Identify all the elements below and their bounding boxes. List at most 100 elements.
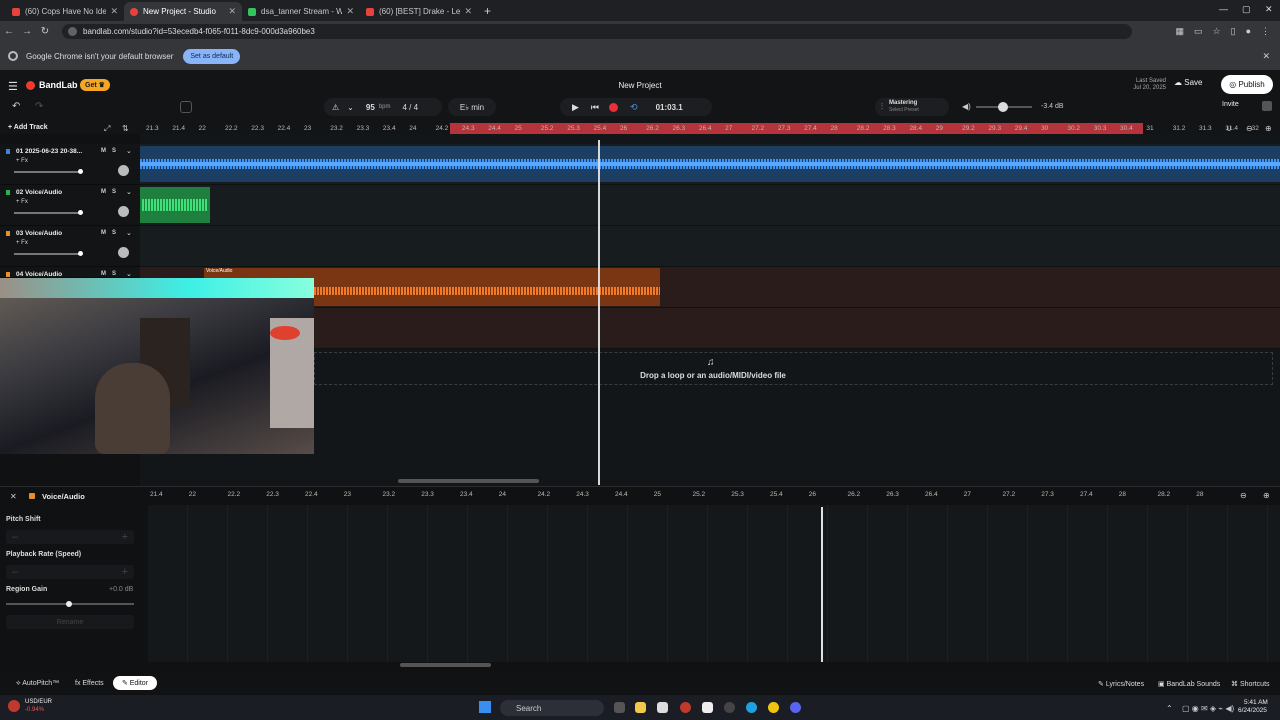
file-explorer-icon[interactable] — [635, 702, 646, 713]
sidepanel-icon[interactable]: ▯ — [1231, 26, 1236, 37]
undo-icon[interactable]: ↶ — [12, 101, 20, 112]
track-header-2[interactable]: 02 Voice/Audio MS ⌄ + Fx — [0, 185, 140, 226]
track-lane-3[interactable] — [140, 226, 1280, 267]
chat-icon[interactable] — [1262, 101, 1272, 111]
close-editor-icon[interactable]: ✕ — [10, 492, 17, 501]
tools-icon[interactable]: ⤢ — [104, 124, 110, 134]
close-window-button[interactable]: ✕ — [1265, 4, 1273, 15]
pan-knob[interactable] — [118, 247, 129, 258]
close-tab-icon[interactable]: ✕ — [228, 6, 236, 17]
time-signature[interactable]: 4 / 4 — [402, 103, 418, 112]
site-info-icon[interactable] — [68, 27, 77, 36]
chevron-down-icon[interactable]: ⌄ — [347, 103, 354, 112]
volume-knob[interactable] — [998, 102, 1008, 112]
close-tab-icon[interactable]: ✕ — [110, 6, 118, 17]
app-icon[interactable] — [680, 702, 691, 713]
windows-search[interactable]: Search — [500, 700, 604, 716]
chrome-icon[interactable] — [768, 702, 779, 713]
close-infobar-icon[interactable]: ✕ — [1262, 51, 1270, 62]
discord-icon[interactable] — [790, 702, 801, 713]
close-tab-icon[interactable]: ✕ — [346, 6, 354, 17]
tray-icons[interactable]: ▢ ◉ ✉ ◈ ⌁ ◀) — [1182, 704, 1234, 713]
steam-icon[interactable] — [702, 702, 713, 713]
plus-icon[interactable]: + — [122, 531, 128, 543]
publish-button[interactable]: ◎ Publish — [1221, 75, 1273, 94]
audio-region-1[interactable] — [140, 146, 1280, 182]
add-track-button[interactable]: + Add Track — [8, 124, 48, 131]
mute-solo-buttons[interactable]: MS — [101, 148, 122, 154]
skip-back-icon[interactable]: ⏮ — [591, 102, 599, 113]
bandlab-sounds-button[interactable]: ▣ BandLab Sounds — [1158, 680, 1220, 688]
windows-start-icon[interactable] — [479, 701, 491, 713]
shortcuts-button[interactable]: ⌘ Shortcuts — [1231, 680, 1270, 688]
tuner-icon[interactable] — [180, 101, 192, 113]
redo-icon[interactable]: ↷ — [35, 101, 43, 112]
profile-icon[interactable]: ● — [1246, 26, 1251, 37]
filter-icon[interactable]: ⇅ — [122, 124, 129, 133]
add-fx-button[interactable]: + Fx — [16, 158, 28, 164]
minus-icon[interactable]: – — [12, 531, 18, 543]
autopitch-button[interactable]: ⟡ AutoPitch™ — [16, 680, 59, 688]
editor-grid[interactable] — [148, 505, 1280, 662]
bookmark-star-icon[interactable]: ☆ — [1213, 26, 1221, 37]
drop-zone[interactable] — [314, 352, 1273, 385]
track-volume-slider[interactable] — [14, 171, 82, 173]
menu-icon[interactable]: ⋮ — [1261, 26, 1270, 37]
metronome-icon[interactable]: ⚠ — [332, 103, 339, 112]
mute-solo-buttons[interactable]: MS — [101, 189, 122, 195]
clock-time[interactable]: 5:41 AM — [1244, 699, 1268, 706]
browser-tab[interactable]: (60) [BEST] Drake - Lemon Pepper✕ — [360, 2, 478, 21]
volume-knob[interactable] — [78, 251, 83, 256]
project-title[interactable]: New Project — [0, 81, 1280, 90]
save-button[interactable]: ☁ Save — [1174, 78, 1202, 87]
chevron-down-icon[interactable]: ⌄ — [126, 147, 132, 155]
track-volume-slider[interactable] — [14, 212, 82, 214]
mute-solo-buttons[interactable]: MS — [101, 271, 122, 277]
audio-region-2[interactable] — [140, 187, 210, 223]
volume-knob[interactable] — [78, 169, 83, 174]
plus-icon[interactable]: + — [122, 566, 128, 578]
reload-icon[interactable]: ↻ — [36, 26, 54, 37]
playback-rate-stepper[interactable]: – + — [6, 565, 134, 579]
editor-ruler[interactable]: 21.4 22 22.2 22.3 22.4 23 23.2 23.3 23.4 24 24.2 24… — [140, 487, 1235, 504]
track-volume-slider[interactable] — [14, 253, 82, 255]
play-icon[interactable]: ▶ — [572, 102, 579, 113]
record-icon[interactable] — [609, 102, 619, 112]
pitch-shift-stepper[interactable]: – + — [6, 530, 134, 544]
bpm-value[interactable]: 95 — [366, 103, 375, 112]
horizontal-scrollbar[interactable] — [398, 479, 539, 483]
playhead[interactable] — [598, 140, 600, 485]
minus-icon[interactable]: – — [12, 566, 18, 578]
close-tab-icon[interactable]: ✕ — [464, 6, 472, 17]
extensions-icon[interactable]: ▦ — [1176, 26, 1185, 37]
chevron-down-icon[interactable]: ⌄ — [126, 188, 132, 196]
editor-scrollbar[interactable] — [400, 663, 491, 667]
tray-arrow-icon[interactable]: ⌃ — [1166, 704, 1173, 713]
invite-button[interactable]: Invite — [1222, 101, 1239, 108]
zoom-in-icon[interactable]: ⊕ — [1263, 491, 1270, 500]
back-icon[interactable]: ← — [0, 26, 18, 37]
url-field[interactable]: bandlab.com/studio?id=53ecedb4-f065-f011… — [62, 24, 1132, 39]
stocks-icon[interactable] — [8, 700, 20, 712]
minimize-button[interactable]: — — [1219, 4, 1228, 14]
volume-knob[interactable] — [78, 210, 83, 215]
add-fx-button[interactable]: + Fx — [16, 199, 28, 205]
app-icon[interactable] — [724, 702, 735, 713]
clock-date[interactable]: 6/24/2025 — [1238, 707, 1267, 714]
gain-knob[interactable] — [66, 601, 72, 607]
new-tab-button[interactable]: + — [484, 4, 491, 18]
edge-icon[interactable] — [746, 702, 757, 713]
lyrics-notes-button[interactable]: ✎ Lyrics/Notes — [1098, 680, 1144, 688]
zoom-in-icon[interactable]: ⊕ — [1265, 124, 1272, 133]
forward-icon[interactable]: → — [18, 26, 36, 37]
timeline-ruler[interactable]: 21.3 21.4 22 22.2 22.3 22.4 23 23.2 23.3 23.4 24 24… — [140, 123, 1280, 134]
browser-tab[interactable]: dsa_tanner Stream - Watch Live✕ — [242, 2, 360, 21]
pan-knob[interactable] — [118, 165, 129, 176]
add-fx-button[interactable]: + Fx — [16, 240, 28, 246]
track-header-4[interactable]: 04 Voice/Audio MS ⌄ — [0, 267, 140, 278]
mute-solo-buttons[interactable]: MS — [101, 230, 122, 236]
store-icon[interactable] — [657, 702, 668, 713]
maximize-button[interactable]: ▢ — [1242, 4, 1251, 15]
loop-icon[interactable]: ⟲ — [630, 102, 638, 113]
task-view-icon[interactable] — [614, 702, 625, 713]
